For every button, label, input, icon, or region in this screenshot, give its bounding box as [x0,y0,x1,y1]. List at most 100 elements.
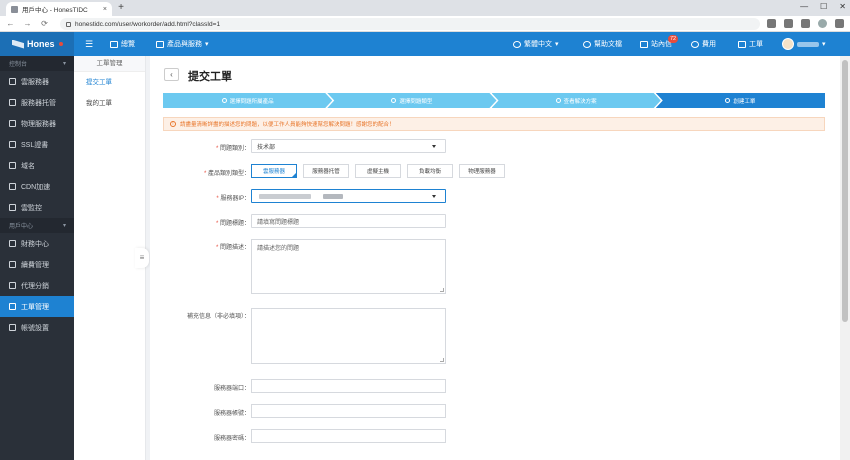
sidebar-item-label: 工單管理 [21,303,49,311]
sidebar-item-renewal[interactable]: 續費管理 [0,254,74,275]
account-label: 服務器帳號： [213,411,250,417]
sidebar-group-user-center[interactable]: 用戶中心 ▾ [0,218,74,233]
sidebar-item-colocation[interactable]: 服務器托管 [0,92,74,113]
browser-tab[interactable]: 用戶中心 - HonesTIDC × [6,2,112,16]
server-ip-select[interactable] [251,189,446,203]
help-icon [583,40,591,48]
translate-icon[interactable] [767,19,776,28]
back-button[interactable]: ‹ [164,68,179,81]
avatar [782,38,794,50]
chevron-down-icon: ▾ [555,41,559,48]
step-4: 創建工單 [655,93,825,108]
description-label: * 問題描述： [215,245,250,251]
notice-text: 請盡量清晰詳盡的描述您的問題，以便工作人員能夠快速幫您解決問題！感謝您的配合！ [180,122,395,128]
forward-arrow-icon[interactable]: → [23,19,32,28]
product-option-physical-server[interactable]: 物理服務器 [459,164,505,178]
extra-info-textarea[interactable] [251,308,446,364]
close-tab-icon[interactable]: × [103,6,107,13]
help-docs-link[interactable]: 幫助文檔 [583,32,622,56]
submenu-title: 工單管理 [74,56,145,72]
resize-grip-icon [440,358,444,362]
browser-menu-icon[interactable] [835,19,844,28]
sidebar-item-tickets[interactable]: 工單管理 [0,296,74,317]
extension-icon[interactable] [801,19,810,28]
sidebar-item-ssl[interactable]: SSL證書 [0,134,74,155]
bookmark-star-icon[interactable] [784,19,793,28]
product-option-cloud-server[interactable]: 雲服務器 [251,164,297,178]
product-option-virtual-host[interactable]: 虛擬主機 [355,164,401,178]
port-label: 服務器端口： [213,386,250,392]
product-type-options: 雲服務器 服務器托管 虛擬主機 負載均衡 物理服務器 [251,164,505,178]
scrollbar-thumb[interactable] [842,60,848,322]
password-input[interactable] [251,429,446,443]
messages-link[interactable]: 站內信 72 [640,32,679,56]
step-label: 選擇問題類型 [399,98,433,105]
url-text: honestidc.com/user/workorder/add.html?cl… [75,20,221,28]
coin-icon [691,40,699,48]
language-select[interactable]: 繁體中文 ▾ [513,32,559,56]
lock-icon [66,21,71,27]
sidebar-item-physical-server[interactable]: 物理服務器 [0,113,74,134]
logo[interactable]: Hones [0,32,74,56]
cdn-icon [9,183,16,190]
submenu-item-my-tickets[interactable]: 我的工單 [74,93,145,114]
tab-title: 用戶中心 - HonesTIDC [22,7,88,14]
chevron-down-icon: ▾ [822,41,826,48]
sidebar-item-reseller[interactable]: 代理分銷 [0,275,74,296]
server-ip-redacted [259,193,311,199]
favicon-icon [11,5,18,13]
maximize-button[interactable]: ☐ [820,2,827,11]
billing-link[interactable]: 費用 [691,32,716,56]
nav-products[interactable]: 產品與服務 ▾ [156,32,209,56]
account-input[interactable] [251,404,446,418]
submenu-item-submit-ticket[interactable]: 提交工單 [74,72,145,93]
sidebar-item-finance[interactable]: 財務中心 [0,233,74,254]
server-icon [9,120,16,127]
address-bar[interactable]: honestidc.com/user/workorder/add.html?cl… [60,18,760,30]
sidebar-group-label: 用戶中心 [9,224,34,230]
sidebar-item-account[interactable]: 帳號設置 [0,317,74,338]
gear-icon [9,324,16,331]
browser-tab-strip: 用戶中心 - HonesTIDC × + — ☐ ✕ [0,0,850,16]
sidebar-item-cdn[interactable]: CDN加速 [0,176,74,197]
sidebar-group-label: 控制台 [9,62,28,68]
back-arrow-icon[interactable]: ← [6,19,15,28]
reload-icon[interactable]: ⟳ [40,19,49,28]
step-check-icon [391,98,396,103]
sidebar-item-monitoring[interactable]: 雲監控 [0,197,74,218]
nav-products-label: 產品與服務 [167,41,202,48]
step-check-icon [222,98,227,103]
browser-extensions [767,19,844,28]
certificate-icon [9,141,16,148]
extra-info-label: 補充信息（非必填項）： [186,314,250,320]
nav-console[interactable]: 總覽 [110,32,135,56]
profile-icon[interactable] [818,19,827,28]
selected-corner-icon [291,172,297,178]
grid-icon [156,40,164,48]
globe-icon [9,162,16,169]
sidebar-item-domain[interactable]: 域名 [0,155,74,176]
minimize-button[interactable]: — [800,2,808,11]
step-3: 查看解決方案 [492,93,661,108]
renew-icon [9,261,16,268]
sidebar-item-cloud-server[interactable]: 雲服務器 [0,71,74,92]
server-ip-label: * 服務器IP： [216,196,250,202]
new-tab-button[interactable]: + [116,3,126,13]
collapse-submenu-icon[interactable]: ≡ [135,248,149,268]
warning-icon: ! [170,121,176,127]
product-option-colocation[interactable]: 服務器托管 [303,164,349,178]
tickets-link[interactable]: 工單 [738,32,763,56]
port-input[interactable] [251,379,446,393]
description-textarea[interactable]: 請描述您的問題 [251,239,446,294]
sidebar-group-console[interactable]: 控制台 ▾ [0,56,74,71]
close-window-button[interactable]: ✕ [839,2,846,11]
product-option-load-balancer[interactable]: 負載均衡 [407,164,453,178]
sidebar-item-label: 服務器托管 [21,99,56,107]
menu-toggle-icon[interactable]: ☰ [85,32,93,56]
caret-down-icon [432,195,436,198]
subject-input[interactable]: 請填寫問題標題 [251,214,446,228]
sidebar-item-label: SSL證書 [21,141,49,149]
user-menu[interactable]: ▾ [782,32,826,56]
window-controls: — ☐ ✕ [800,2,846,11]
category-select[interactable]: 技术部 [251,139,446,153]
